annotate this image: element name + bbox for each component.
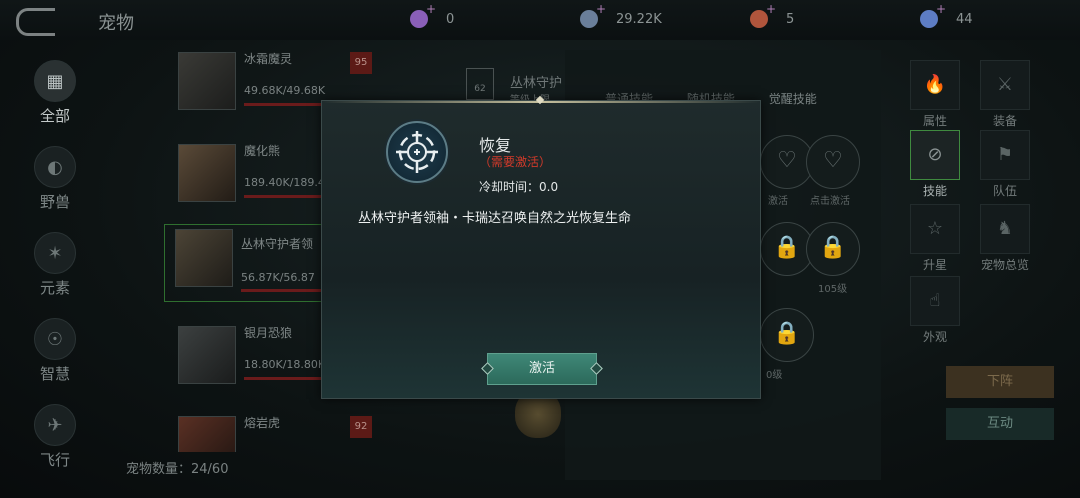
pet-portrait — [178, 416, 236, 452]
flame-icon: 🔥 — [910, 60, 960, 110]
right-nav-team[interactable]: ⚑ 队伍 — [976, 130, 1034, 199]
pet-list-item[interactable]: 熔岩虎 92 — [168, 412, 378, 452]
nav-label: 元素 — [39, 279, 70, 297]
nav-item-flying[interactable]: ✈ 飞行 — [30, 404, 80, 490]
hand-icon: ☝ — [910, 276, 960, 326]
skill-cooldown: 冷却时间：0.0 — [479, 180, 559, 194]
category-nav: ▦ 全部 ◐ 野兽 ✶ 元素 ☉ 智慧 ✈ 飞行 — [30, 60, 80, 490]
pet-name: 魔化熊 — [244, 144, 281, 158]
resource-value: 29.22K — [616, 11, 662, 27]
right-nav-appearance[interactable]: ☝ 外观 — [906, 276, 964, 345]
resource-value: 5 — [786, 11, 795, 27]
right-nav-label: 队伍 — [992, 184, 1017, 198]
tab-awaken-skill[interactable]: 觉醒技能 — [769, 92, 817, 106]
nav-item-beast[interactable]: ◐ 野兽 — [30, 146, 80, 232]
pet-detail-name: 丛林守护 — [510, 76, 563, 91]
back-button[interactable] — [16, 8, 55, 36]
nav-label: 全部 — [39, 107, 70, 125]
nav-item-wisdom[interactable]: ☉ 智慧 — [30, 318, 80, 404]
right-nav-star-up[interactable]: ☆ 升星 — [906, 204, 964, 273]
pet-portrait — [178, 326, 236, 384]
blue-crystal-icon — [920, 2, 946, 28]
right-nav-label: 装备 — [992, 114, 1017, 128]
right-nav-label: 外观 — [922, 330, 947, 344]
wisdom-icon: ☉ — [34, 318, 76, 360]
pet-hp: 18.80K/18.80K — [244, 358, 326, 371]
right-nav-equipment[interactable]: ⚔ 装备 — [976, 60, 1034, 129]
skill-slot-label: 点击激活 — [810, 196, 850, 207]
nav-label: 野兽 — [39, 193, 70, 211]
shield-level: 62 — [474, 84, 486, 94]
lock-icon[interactable]: 🔒 — [806, 222, 860, 276]
right-nav-label: 宠物总览 — [980, 258, 1029, 272]
skill-icon: ⊘ — [910, 130, 960, 180]
pet-hp: 49.68K/49.68K — [244, 84, 326, 97]
skill-slot-label: 激活 — [768, 196, 788, 207]
element-icon: ✶ — [34, 232, 76, 274]
resource-value: 0 — [446, 11, 455, 27]
red-token-icon — [750, 2, 776, 28]
pet-hp: 56.87K/56.87 — [241, 271, 315, 284]
overview-icon: ♞ — [980, 204, 1030, 254]
beast-icon: ◐ — [34, 146, 76, 188]
resource-red[interactable]: 5 — [750, 2, 795, 28]
pet-level-badge: 92 — [350, 416, 372, 438]
pet-count: 宠物数量：24/60 — [126, 462, 229, 477]
silver-coin-icon — [580, 2, 606, 28]
pet-name: 丛林守护者领 — [241, 237, 314, 251]
right-nav-skills[interactable]: ⊘ 技能 — [906, 130, 964, 199]
pet-name: 银月恐狼 — [244, 326, 293, 340]
pet-name: 熔岩虎 — [244, 416, 281, 430]
nav-item-all[interactable]: ▦ 全部 — [30, 60, 80, 146]
flying-icon: ✈ — [34, 404, 76, 446]
nav-item-element[interactable]: ✶ 元素 — [30, 232, 80, 318]
skill-requirement: （需要激活） — [479, 155, 552, 169]
star-icon: ☆ — [910, 204, 960, 254]
skill-slot-label: 105级 — [818, 284, 848, 295]
crosshair-skill-icon — [386, 121, 448, 183]
top-bar: 宠物 0 29.22K 5 44 — [0, 0, 1080, 40]
pet-level-badge: 95 — [350, 52, 372, 74]
nav-label: 智慧 — [39, 365, 70, 383]
right-nav-overview[interactable]: ♞ 宠物总览 — [976, 204, 1034, 273]
pet-name: 冰霜魔灵 — [244, 52, 293, 66]
page-title: 宠物 — [98, 13, 134, 34]
right-nav-label: 技能 — [922, 184, 947, 198]
grid-icon: ▦ — [34, 60, 76, 102]
activate-button[interactable]: 激活 — [487, 353, 597, 385]
pet-hp: 189.40K/189.4 — [244, 176, 325, 189]
skill-detail-dialog: 恢复 （需要激活） 冷却时间：0.0 丛林守护者领袖・卡瑞达召唤自然之光恢复生命… — [321, 95, 761, 399]
lock-icon[interactable]: 🔒 — [760, 308, 814, 362]
pet-portrait — [175, 229, 233, 287]
right-nav-attributes[interactable]: 🔥 属性 — [906, 60, 964, 129]
swords-icon: ⚔ — [980, 60, 1030, 110]
resource-silver[interactable]: 29.22K — [580, 2, 662, 28]
level-shield-icon: 62 — [466, 68, 494, 100]
resource-blue[interactable]: 44 — [920, 2, 973, 28]
pet-portrait — [178, 52, 236, 110]
unassign-button[interactable]: 下阵 — [946, 366, 1054, 398]
flag-icon: ⚑ — [980, 130, 1030, 180]
resource-value: 44 — [956, 11, 973, 27]
heart-plus-icon[interactable]: ♡ — [806, 135, 860, 189]
right-nav-label: 属性 — [922, 114, 947, 128]
skill-description: 丛林守护者领袖・卡瑞达召唤自然之光恢复生命 — [358, 211, 632, 226]
pet-portrait — [178, 144, 236, 202]
right-nav-label: 升星 — [922, 258, 947, 272]
resource-purple[interactable]: 0 — [410, 2, 455, 28]
skill-slot-label: 0级 — [766, 370, 783, 381]
purple-gem-icon — [410, 2, 436, 28]
nav-label: 飞行 — [39, 451, 70, 469]
interact-button[interactable]: 互动 — [946, 408, 1054, 440]
